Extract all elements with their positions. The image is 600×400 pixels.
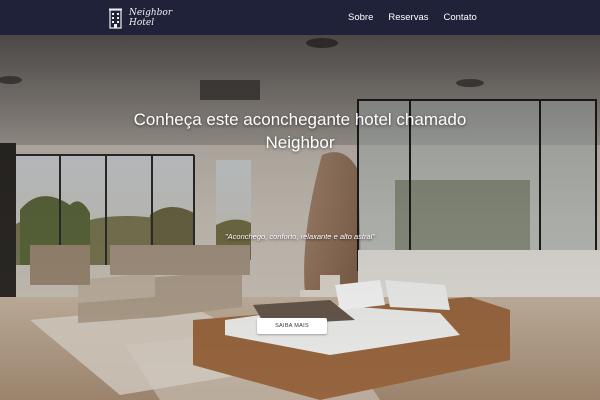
building-icon xyxy=(109,8,122,29)
saiba-mais-button[interactable]: SAIBA MAIS xyxy=(257,318,327,334)
main-nav: Sobre Reservas Contato xyxy=(348,0,477,35)
hero-title: Conheça este aconchegante hotel chamado … xyxy=(133,110,467,152)
nav-link-contato[interactable]: Contato xyxy=(443,12,476,23)
logo-text: Neighbor Hotel xyxy=(129,7,173,28)
hero-section: Conheça este aconchegante hotel chamado … xyxy=(0,35,600,400)
hero-quote: "Aconchego, conforto, relaxante e alto a… xyxy=(225,232,375,241)
hero-background-photo xyxy=(0,35,600,400)
nav-link-sobre[interactable]: Sobre xyxy=(348,12,373,23)
logo[interactable]: Neighbor Hotel xyxy=(108,5,177,30)
navbar: Neighbor Hotel Sobre Reservas Contato xyxy=(0,0,600,35)
nav-link-reservas[interactable]: Reservas xyxy=(388,12,428,23)
